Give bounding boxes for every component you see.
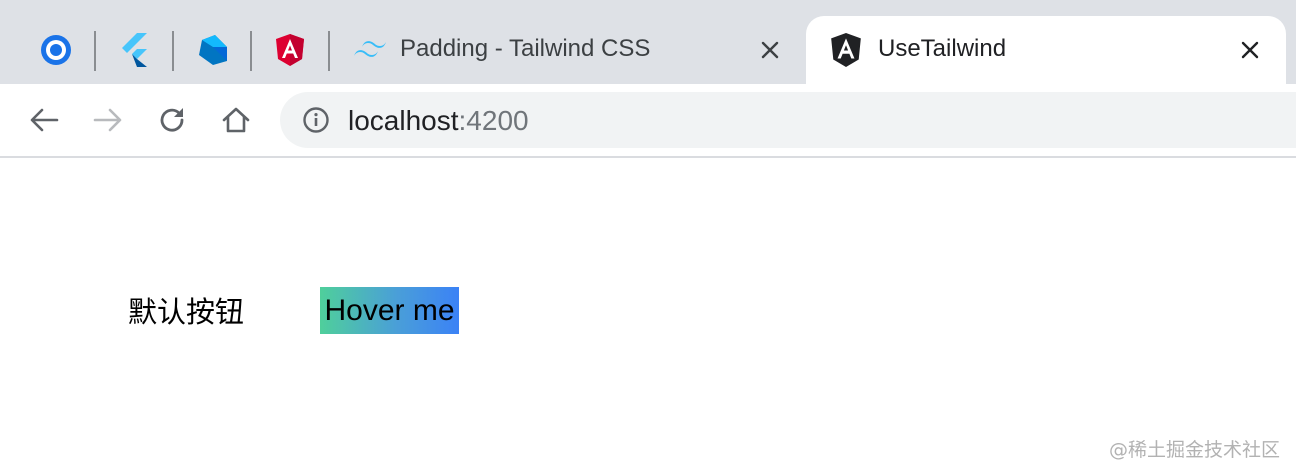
tab-title: UseTailwind bbox=[878, 35, 1007, 62]
tailwind-icon bbox=[352, 32, 388, 68]
angular-icon bbox=[828, 32, 864, 68]
url-host: localhost bbox=[348, 105, 459, 136]
pinned-tab-flutter[interactable] bbox=[114, 30, 154, 70]
circle-app-icon bbox=[41, 35, 71, 65]
arrow-left-icon bbox=[30, 108, 59, 132]
url-port: :4200 bbox=[458, 105, 529, 136]
reload-icon bbox=[160, 108, 184, 132]
browser-toolbar: localhost:4200 bbox=[0, 84, 1296, 158]
tab-separator bbox=[172, 31, 174, 71]
angular-icon bbox=[276, 34, 304, 66]
back-button[interactable] bbox=[24, 100, 64, 140]
pinned-tab-angular[interactable] bbox=[270, 30, 310, 70]
address-bar[interactable]: localhost:4200 bbox=[280, 92, 1296, 148]
tab-separator bbox=[94, 31, 96, 71]
close-icon bbox=[1241, 41, 1259, 59]
home-button[interactable] bbox=[216, 100, 256, 140]
close-icon bbox=[761, 41, 779, 59]
tab-separator bbox=[250, 31, 252, 71]
watermark: @稀土掘金技术社区 bbox=[1108, 439, 1280, 461]
dart-icon bbox=[199, 35, 227, 65]
tab-usetailwind[interactable]: UseTailwind bbox=[806, 16, 1286, 84]
close-tab-button[interactable] bbox=[1236, 36, 1264, 64]
flutter-icon bbox=[122, 33, 147, 67]
reload-button[interactable] bbox=[152, 100, 192, 140]
forward-button[interactable] bbox=[88, 100, 128, 140]
info-icon[interactable] bbox=[302, 106, 330, 134]
tab-padding-tailwind[interactable]: Padding - Tailwind CSS bbox=[340, 16, 802, 84]
arrow-right-icon bbox=[93, 108, 122, 132]
tab-title: Padding - Tailwind CSS bbox=[400, 35, 651, 62]
default-button[interactable]: 默认按钮 bbox=[128, 290, 244, 334]
home-icon bbox=[222, 107, 250, 133]
url-text[interactable]: localhost:4200 bbox=[348, 105, 529, 137]
pinned-tab-dart[interactable] bbox=[192, 30, 232, 70]
hover-me-button[interactable]: Hover me bbox=[320, 287, 459, 334]
tab-strip: Padding - Tailwind CSS UseTailwind bbox=[0, 0, 1296, 84]
page-content: 默认按钮 Hover me @稀土掘金技术社区 bbox=[0, 158, 1296, 476]
pinned-tab-circle-app[interactable] bbox=[36, 30, 76, 70]
close-tab-button[interactable] bbox=[756, 36, 784, 64]
tab-separator bbox=[328, 31, 330, 71]
